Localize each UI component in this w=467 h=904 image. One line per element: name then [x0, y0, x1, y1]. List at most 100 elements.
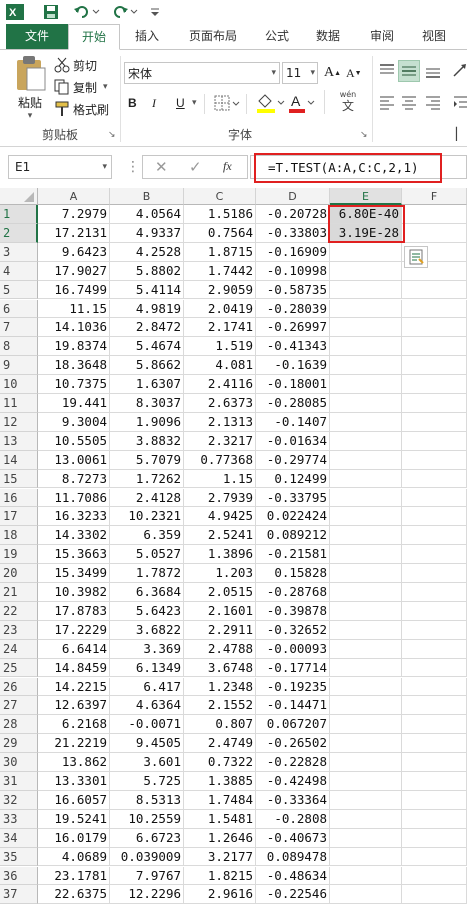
row-header[interactable]: 26 — [0, 677, 38, 697]
bold-button[interactable]: B — [128, 94, 142, 112]
cell-f28[interactable] — [402, 715, 467, 735]
cell-c30[interactable]: 0.7322 — [184, 753, 256, 772]
cell-b25[interactable]: 6.1349 — [110, 658, 184, 678]
cell-a13[interactable]: 10.5505 — [38, 431, 110, 451]
cell-a8[interactable]: 19.8374 — [38, 337, 110, 357]
cell-c14[interactable]: 0.77368 — [184, 450, 256, 470]
cell-f20[interactable] — [402, 564, 467, 583]
cell-f31[interactable] — [402, 772, 467, 791]
cell-b15[interactable]: 1.7262 — [110, 469, 184, 489]
cell-a35[interactable]: 4.0689 — [38, 847, 110, 867]
cell-a37[interactable]: 22.6375 — [38, 885, 110, 904]
format-painter-button[interactable]: 格式刷 — [54, 100, 109, 118]
row-header[interactable]: 36 — [0, 866, 38, 886]
cell-d13[interactable]: -0.01634 — [256, 431, 330, 451]
cell-d6[interactable]: -0.28039 — [256, 299, 330, 319]
cell-f12[interactable] — [402, 412, 467, 432]
cell-c16[interactable]: 2.7939 — [184, 488, 256, 508]
cell-f26[interactable] — [402, 677, 467, 697]
cell-e23[interactable] — [330, 620, 402, 640]
cell-f27[interactable] — [402, 696, 467, 716]
cell-c15[interactable]: 1.15 — [184, 469, 256, 489]
cell-e3[interactable] — [330, 242, 402, 262]
row-header[interactable]: 35 — [0, 847, 38, 867]
cell-c4[interactable]: 1.7442 — [184, 261, 256, 281]
orientation-icon[interactable] — [452, 62, 467, 83]
cell-f21[interactable] — [402, 583, 467, 602]
cell-b7[interactable]: 2.8472 — [110, 318, 184, 338]
cell-a11[interactable]: 19.441 — [38, 394, 110, 413]
cell-a2[interactable]: 17.2131 — [38, 223, 110, 243]
tab-data[interactable]: 数据 — [306, 24, 350, 50]
tab-review[interactable]: 审阅 — [360, 24, 404, 50]
cell-e4[interactable] — [330, 261, 402, 281]
cell-e5[interactable] — [330, 280, 402, 300]
cell-a16[interactable]: 11.7086 — [38, 488, 110, 508]
tab-insert[interactable]: 插入 — [126, 24, 168, 50]
cell-d11[interactable]: -0.28085 — [256, 394, 330, 413]
cell-f10[interactable] — [402, 375, 467, 394]
cell-f32[interactable] — [402, 790, 467, 810]
save-icon[interactable] — [40, 2, 62, 22]
cell-d4[interactable]: -0.10998 — [256, 261, 330, 281]
cell-b35[interactable]: 0.039009 — [110, 847, 184, 867]
redo-icon[interactable] — [110, 2, 140, 22]
paste-button[interactable]: 粘贴 ▾ — [10, 54, 50, 124]
column-header-e[interactable]: E — [330, 188, 402, 205]
cell-c7[interactable]: 2.1741 — [184, 318, 256, 338]
cell-c24[interactable]: 2.4788 — [184, 639, 256, 659]
cell-c2[interactable]: 0.7564 — [184, 223, 256, 243]
cell-e7[interactable] — [330, 318, 402, 338]
cell-a15[interactable]: 8.7273 — [38, 469, 110, 489]
copy-button[interactable]: 复制 ▾ — [54, 78, 108, 96]
cell-d28[interactable]: 0.067207 — [256, 715, 330, 735]
cell-f18[interactable] — [402, 526, 467, 546]
cell-d29[interactable]: -0.26502 — [256, 734, 330, 754]
row-header[interactable]: 29 — [0, 734, 38, 754]
cell-f15[interactable] — [402, 469, 467, 489]
cell-d15[interactable]: 0.12499 — [256, 469, 330, 489]
cell-d25[interactable]: -0.17714 — [256, 658, 330, 678]
cell-c32[interactable]: 1.7484 — [184, 790, 256, 810]
cell-f30[interactable] — [402, 753, 467, 772]
row-header[interactable]: 20 — [0, 564, 38, 583]
cell-a29[interactable]: 21.2219 — [38, 734, 110, 754]
column-header-d[interactable]: D — [256, 188, 330, 205]
cell-b33[interactable]: 10.2559 — [110, 809, 184, 829]
cell-e12[interactable] — [330, 412, 402, 432]
row-header[interactable]: 9 — [0, 356, 38, 376]
row-header[interactable]: 23 — [0, 620, 38, 640]
row-header[interactable]: 13 — [0, 431, 38, 451]
clipboard-launcher-icon[interactable]: ↘ — [108, 130, 116, 140]
row-header[interactable]: 15 — [0, 469, 38, 489]
cell-a6[interactable]: 11.15 — [38, 299, 110, 319]
row-header[interactable]: 28 — [0, 715, 38, 735]
row-header[interactable]: 33 — [0, 809, 38, 829]
cell-b13[interactable]: 3.8832 — [110, 431, 184, 451]
cell-a1[interactable]: 7.2979 — [38, 205, 110, 224]
cell-f16[interactable] — [402, 488, 467, 508]
cell-c21[interactable]: 2.0515 — [184, 583, 256, 602]
row-header[interactable]: 34 — [0, 828, 38, 848]
row-header[interactable]: 6 — [0, 299, 38, 319]
cell-b20[interactable]: 1.7872 — [110, 564, 184, 583]
cell-b19[interactable]: 5.0527 — [110, 545, 184, 565]
cell-f7[interactable] — [402, 318, 467, 338]
indent-icon[interactable] — [452, 94, 467, 115]
increase-font-size-icon[interactable]: A ▲ — [324, 64, 342, 82]
cell-f23[interactable] — [402, 620, 467, 640]
underline-dropdown-icon[interactable]: ▾ — [192, 98, 197, 108]
cell-a17[interactable]: 16.3233 — [38, 507, 110, 527]
cell-b36[interactable]: 7.9767 — [110, 866, 184, 886]
cell-e1[interactable]: 6.80E-40 — [330, 205, 402, 224]
underline-button[interactable]: U — [176, 94, 190, 112]
cell-b21[interactable]: 6.3684 — [110, 583, 184, 602]
cell-e32[interactable] — [330, 790, 402, 810]
cancel-icon[interactable]: ✕ — [155, 158, 168, 176]
cell-f11[interactable] — [402, 394, 467, 413]
cell-e37[interactable] — [330, 885, 402, 904]
row-header[interactable]: 14 — [0, 450, 38, 470]
cell-e28[interactable] — [330, 715, 402, 735]
cell-b9[interactable]: 5.8662 — [110, 356, 184, 376]
cell-e26[interactable] — [330, 677, 402, 697]
